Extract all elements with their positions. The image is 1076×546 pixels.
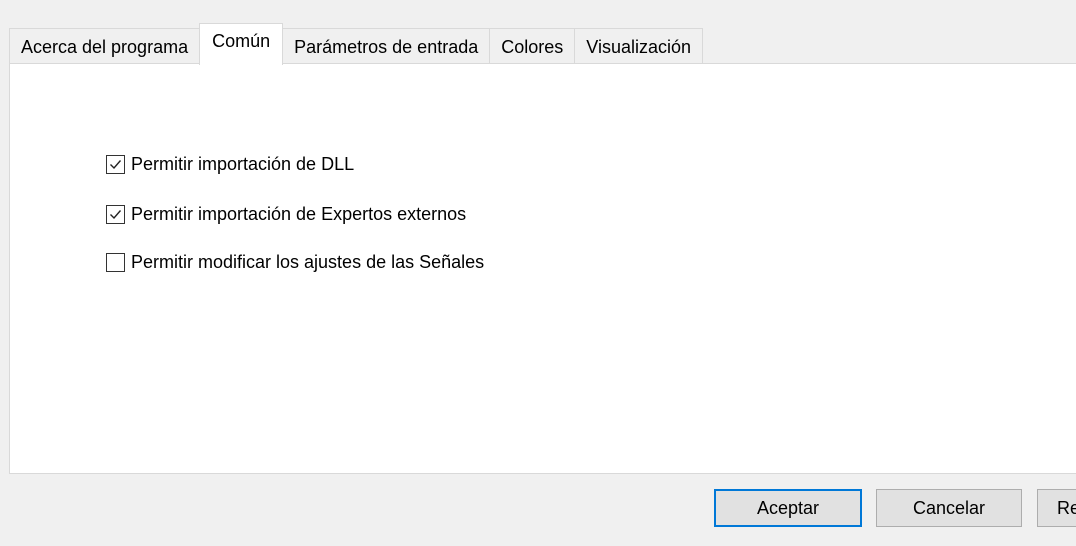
tab-common[interactable]: Común (199, 23, 284, 65)
tab-visualization[interactable]: Visualización (574, 28, 703, 64)
allow-dll-import-label[interactable]: Permitir importación de DLL (131, 154, 354, 175)
allow-external-experts-label[interactable]: Permitir importación de Expertos externo… (131, 204, 466, 225)
allow-dll-import-checkbox[interactable] (106, 154, 125, 174)
tab-strip: Acerca del programa Común Parámetros de … (9, 23, 703, 65)
allow-external-experts-checkbox[interactable] (106, 204, 125, 224)
allow-signal-settings-option[interactable]: Permitir modificar los ajustes de las Se… (106, 250, 484, 274)
checkmark-icon (110, 209, 122, 219)
tab-panel-common: Permitir importación de DLL Permitir imp… (9, 63, 1076, 474)
tab-about[interactable]: Acerca del programa (9, 28, 201, 64)
reset-button[interactable]: Re (1037, 489, 1076, 527)
allow-signal-settings-label[interactable]: Permitir modificar los ajustes de las Se… (131, 252, 484, 273)
tab-input-parameters[interactable]: Parámetros de entrada (282, 28, 491, 64)
allow-dll-import-option[interactable]: Permitir importación de DLL (106, 152, 354, 176)
tab-colors[interactable]: Colores (489, 28, 576, 64)
checkmark-icon (110, 159, 122, 169)
settings-dialog: Acerca del programa Común Parámetros de … (0, 0, 1076, 546)
cancel-button[interactable]: Cancelar (876, 489, 1022, 527)
allow-external-experts-option[interactable]: Permitir importación de Expertos externo… (106, 202, 466, 226)
accept-button[interactable]: Aceptar (714, 489, 862, 527)
allow-signal-settings-checkbox[interactable] (106, 252, 125, 272)
